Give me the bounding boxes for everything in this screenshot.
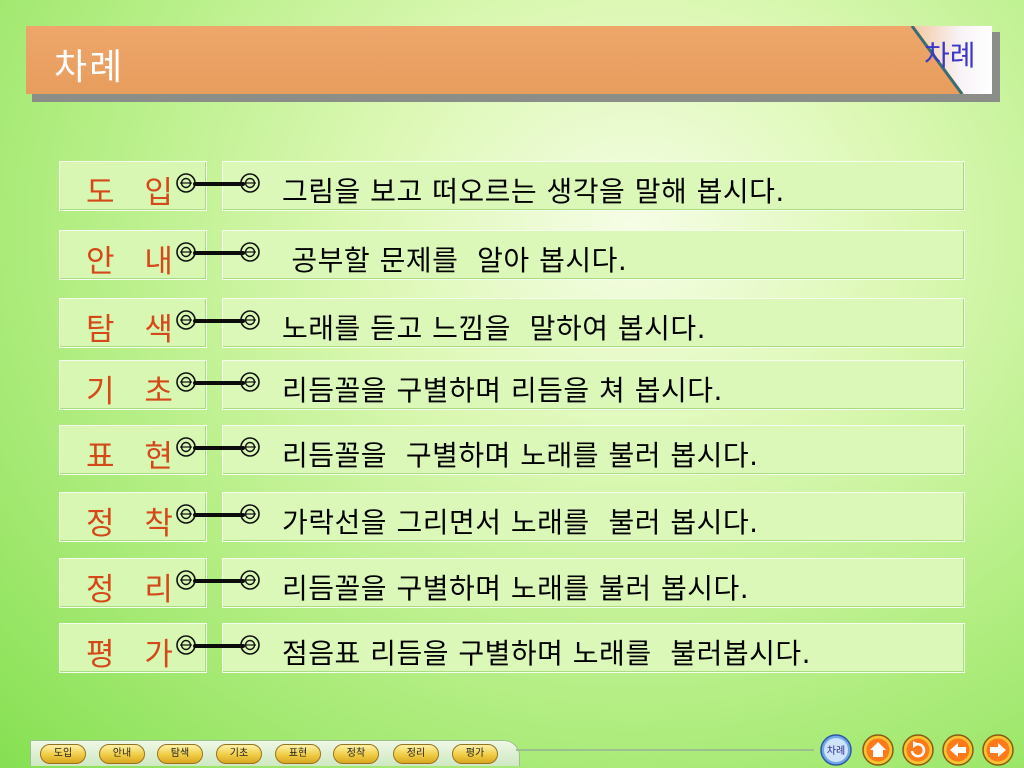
bullet-icon	[238, 171, 262, 195]
home-icon[interactable]	[862, 734, 894, 766]
arrow-left-icon[interactable]	[942, 734, 974, 766]
nav-button[interactable]: 평가	[452, 744, 498, 764]
category-label: 도 입	[86, 175, 183, 211]
category-label: 기 초	[86, 374, 183, 410]
category-label: 정 착	[86, 506, 183, 542]
corner-label: 차례	[924, 39, 976, 72]
nav-button[interactable]: 기초	[216, 744, 262, 764]
description-text: 리듬꼴을 구별하며 노래를 불러 봅시다.	[282, 439, 759, 472]
category-label: 평 가	[86, 637, 183, 673]
nav-button[interactable]: 안내	[99, 744, 145, 764]
title-bar: 차례 차례	[26, 26, 992, 94]
toc-row[interactable]: 안 내 공부할 문제를 알아 봅시다.	[0, 230, 1024, 282]
description-text: 공부할 문제를 알아 봅시다.	[282, 244, 628, 277]
nav-button[interactable]: 탐색	[157, 744, 203, 764]
bullet-icon	[238, 240, 262, 264]
bullet-icon	[238, 308, 262, 332]
description-text: 점음표 리듬을 구별하며 노래를 불러봅시다.	[282, 637, 812, 670]
category-label: 탐 색	[86, 312, 183, 348]
nav-button[interactable]: 정리	[393, 744, 439, 764]
bullet-icon	[238, 502, 262, 526]
toc-row[interactable]: 정 리 리듬꼴을 구별하며 노래를 불러 봅시다.	[0, 558, 1024, 610]
category-label: 안 내	[86, 244, 183, 280]
toc-row[interactable]: 표 현 리듬꼴을 구별하며 노래를 불러 봅시다.	[0, 425, 1024, 477]
category-label: 표 현	[86, 439, 183, 475]
bullet-icon	[238, 633, 262, 657]
bullet-icon	[238, 370, 262, 394]
description-text: 노래를 듣고 느낌을 말하여 봅시다.	[282, 312, 707, 345]
bullet-icon	[238, 568, 262, 592]
toc-row[interactable]: 탐 색 노래를 듣고 느낌을 말하여 봅시다.	[0, 298, 1024, 350]
arrow-right-icon[interactable]	[982, 734, 1014, 766]
page-title: 차례	[54, 47, 125, 88]
bottom-divider	[516, 749, 814, 751]
category-label: 정 리	[86, 572, 183, 608]
description-text: 리듬꼴을 구별하며 노래를 불러 봅시다.	[282, 572, 750, 605]
replay-icon[interactable]	[902, 734, 934, 766]
bullet-icon	[238, 435, 262, 459]
toc-row[interactable]: 도 입 그림을 보고 떠오르는 생각을 말해 봅시다.	[0, 161, 1024, 213]
toc-button-label: 차례	[827, 745, 845, 757]
toc-row[interactable]: 정 착 가락선을 그리면서 노래를 불러 봅시다.	[0, 492, 1024, 544]
description-text: 리듬꼴을 구별하며 리듬을 쳐 봅시다.	[282, 374, 723, 407]
toc-button[interactable]: 차례	[820, 734, 852, 766]
nav-button[interactable]: 도입	[40, 744, 86, 764]
description-text: 그림을 보고 떠오르는 생각을 말해 봅시다.	[282, 175, 785, 208]
nav-button[interactable]: 정착	[333, 744, 379, 764]
toc-row[interactable]: 평 가 점음표 리듬을 구별하며 노래를 불러봅시다.	[0, 623, 1024, 675]
description-text: 가락선을 그리면서 노래를 불러 봅시다.	[282, 506, 759, 539]
nav-button[interactable]: 표현	[275, 744, 321, 764]
toc-row[interactable]: 기 초 리듬꼴을 구별하며 리듬을 쳐 봅시다.	[0, 360, 1024, 412]
